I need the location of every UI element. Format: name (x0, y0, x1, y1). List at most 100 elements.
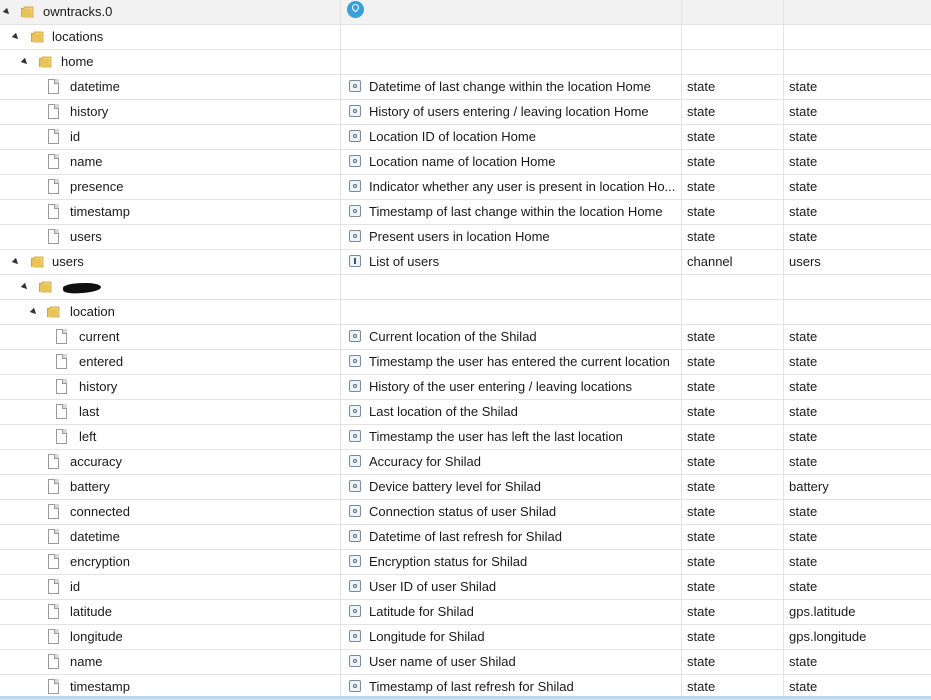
state-icon (349, 480, 361, 492)
name-cell[interactable]: latitude (0, 600, 341, 624)
name-cell[interactable]: users (0, 225, 341, 249)
file-icon (56, 379, 67, 394)
name-cell[interactable]: history (0, 375, 341, 399)
tree-row[interactable]: locations (0, 25, 931, 50)
file-icon (48, 654, 59, 669)
tree-row[interactable]: home (0, 50, 931, 75)
object-name: name (70, 654, 103, 669)
tree-row[interactable]: presence Indicator whether any user is pr… (0, 175, 931, 200)
role-cell: state (789, 529, 818, 544)
tree-row[interactable]: name Location name of location Home state s… (0, 150, 931, 175)
tree-row[interactable] (0, 275, 931, 300)
tree-row[interactable]: id User ID of user Shilad state state (0, 575, 931, 600)
object-name: current (79, 329, 120, 344)
file-icon (48, 629, 59, 644)
name-cell[interactable]: id (0, 125, 341, 149)
tree-row[interactable]: latitude Latitude for Shilad state gps.lati… (0, 600, 931, 625)
tree-row[interactable]: battery Device battery level for Shilad st… (0, 475, 931, 500)
role-cell: users (789, 254, 821, 269)
tree-row[interactable]: accuracy Accuracy for Shilad state state (0, 450, 931, 475)
role-cell: state (789, 429, 818, 444)
type-cell: state (682, 75, 784, 99)
name-cell[interactable]: battery (0, 475, 341, 499)
tree-row[interactable]: last Last location of the Shilad state stat… (0, 400, 931, 425)
expand-arrow-icon[interactable] (11, 32, 21, 42)
description-cell: Last location of the Shilad (341, 400, 682, 424)
object-description: Timestamp the user has entered the curre… (369, 354, 670, 369)
name-cell[interactable]: current (0, 325, 341, 349)
object-name: owntracks.0 (43, 4, 113, 19)
name-cell[interactable]: history (0, 100, 341, 124)
name-cell[interactable]: owntracks.0 (0, 0, 341, 24)
state-icon (349, 205, 361, 217)
description-cell: Datetime of last refresh for Shilad (341, 525, 682, 549)
tree-row[interactable]: current Current location of the Shilad sta… (0, 325, 931, 350)
file-icon (48, 454, 59, 469)
description-cell: Latitude for Shilad (341, 600, 682, 624)
tree-row[interactable]: encryption Encryption status for Shilad st… (0, 550, 931, 575)
expand-arrow-icon[interactable] (11, 257, 21, 267)
file-icon (48, 604, 59, 619)
tree-row[interactable]: id Location ID of location Home state state (0, 125, 931, 150)
name-cell[interactable]: location (0, 300, 341, 324)
object-description: Last location of the Shilad (369, 404, 518, 419)
tree-row[interactable]: connected Connection status of user Shila… (0, 500, 931, 525)
state-icon (349, 455, 361, 467)
tree-row[interactable]: location (0, 300, 931, 325)
name-cell[interactable] (0, 275, 341, 299)
folder-icon (46, 304, 62, 320)
role-cell: state (789, 354, 818, 369)
name-cell[interactable]: datetime (0, 525, 341, 549)
name-cell[interactable]: left (0, 425, 341, 449)
name-cell[interactable]: name (0, 650, 341, 674)
expand-arrow-icon[interactable] (29, 307, 39, 317)
role-cell: state (789, 79, 818, 94)
tree-row[interactable]: owntracks.0 (0, 0, 931, 25)
role-cell (784, 275, 931, 299)
name-cell[interactable]: encryption (0, 550, 341, 574)
object-name: encryption (70, 554, 130, 569)
type-cell: state (682, 100, 784, 124)
state-icon (349, 605, 361, 617)
type-cell (682, 300, 784, 324)
name-cell[interactable]: id (0, 575, 341, 599)
name-cell[interactable]: last (0, 400, 341, 424)
tree-row[interactable]: datetime Datetime of last change within t… (0, 75, 931, 100)
tree-row[interactable]: datetime Datetime of last refresh for Shi… (0, 525, 931, 550)
type-cell: state (682, 475, 784, 499)
tree-row[interactable]: users Present users in location Home state… (0, 225, 931, 250)
name-cell[interactable]: entered (0, 350, 341, 374)
expand-arrow-icon[interactable] (20, 57, 30, 67)
name-cell[interactable]: name (0, 150, 341, 174)
state-icon (349, 80, 361, 92)
tree-row[interactable]: history History of the user entering / le… (0, 375, 931, 400)
name-cell[interactable]: home (0, 50, 341, 74)
name-cell[interactable]: accuracy (0, 450, 341, 474)
name-cell[interactable]: connected (0, 500, 341, 524)
tree-row[interactable]: history History of users entering / leavi… (0, 100, 931, 125)
object-description: Current location of the Shilad (369, 329, 537, 344)
file-icon (48, 679, 59, 694)
name-cell[interactable]: datetime (0, 75, 341, 99)
tree-row[interactable]: users List of users channel users (0, 250, 931, 275)
object-name: id (70, 579, 81, 594)
state-icon (349, 130, 361, 142)
expand-arrow-icon[interactable] (2, 7, 12, 17)
type-cell: state (682, 400, 784, 424)
name-cell[interactable]: presence (0, 175, 341, 199)
name-cell[interactable]: locations (0, 25, 341, 49)
state-icon (349, 330, 361, 342)
tree-row[interactable]: longitude Longitude for Shilad state gps.lo… (0, 625, 931, 650)
expand-arrow-icon[interactable] (20, 282, 30, 292)
file-icon (48, 504, 59, 519)
object-description: Longitude for Shilad (369, 629, 485, 644)
name-cell[interactable]: timestamp (0, 200, 341, 224)
name-cell[interactable]: users (0, 250, 341, 274)
tree-row[interactable]: entered Timestamp the user has entered th… (0, 350, 931, 375)
name-cell[interactable]: longitude (0, 625, 341, 649)
tree-row[interactable]: left Timestamp the user has left the last… (0, 425, 931, 450)
tree-row[interactable]: timestamp Timestamp of last change within… (0, 200, 931, 225)
tree-row[interactable]: name User name of user Shilad state state (0, 650, 931, 675)
description-cell (341, 300, 682, 324)
state-icon (349, 655, 361, 667)
